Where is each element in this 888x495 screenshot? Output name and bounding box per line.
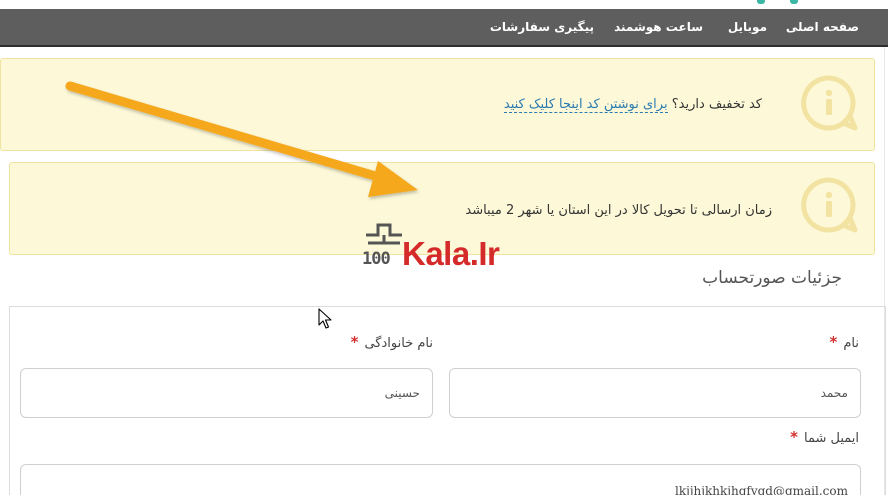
coupon-text: کد تخفیف دارید؟ برای نوشتن کد اینجا کلیک… bbox=[503, 97, 762, 113]
email-value: lkjjhjkhkjhgfygd@gmail.com bbox=[674, 484, 848, 495]
first-name-value: محمد bbox=[820, 386, 848, 400]
required-mark: * bbox=[790, 428, 798, 446]
email-label-text: ایمیل شما bbox=[803, 431, 859, 446]
billing-form: نام * نام خانوادگی * محمد حسینی ایمیل شما *… bbox=[9, 306, 886, 495]
last-name-value: حسینی bbox=[384, 386, 420, 400]
watermark-100: 100 bbox=[362, 249, 391, 269]
email-field[interactable]: lkjjhjkhkjhgfygd@gmail.com bbox=[20, 464, 861, 495]
info-bubble-icon bbox=[801, 177, 858, 233]
coupon-notice: کد تخفیف دارید؟ برای نوشتن کد اینجا کلیک… bbox=[0, 58, 875, 151]
header-logo-fragment bbox=[757, 0, 765, 4]
header-logo-fragment bbox=[790, 0, 798, 4]
last-name-field[interactable]: حسینی bbox=[20, 368, 433, 418]
delivery-text: زمان ارسالی تا تحویل کالا در این استان ی… bbox=[465, 203, 772, 218]
nav-item-order-tracking[interactable]: پیگیری سفارشات bbox=[490, 9, 594, 45]
watermark-persian-mark bbox=[366, 223, 402, 245]
info-bubble-icon bbox=[801, 75, 858, 131]
email-label: ایمیل شما * bbox=[790, 428, 859, 446]
required-mark: * bbox=[829, 333, 838, 351]
nav-item-smartwatch[interactable]: ساعت هوشمند bbox=[614, 9, 703, 45]
main-navbar: صفحه اصلی موبایل ساعت هوشمند پیگیری سفار… bbox=[0, 9, 888, 47]
last-name-label: نام خانوادگی * bbox=[351, 333, 433, 351]
coupon-link[interactable]: برای نوشتن کد اینجا کلیک کنید bbox=[503, 97, 668, 113]
watermark-brand: Kala.Ir bbox=[402, 235, 500, 272]
top-strip bbox=[0, 0, 888, 9]
first-name-field[interactable]: محمد bbox=[449, 368, 861, 418]
nav-item-mobile[interactable]: موبایل bbox=[728, 9, 767, 45]
watermark-logo: 100 Kala.Ir bbox=[362, 219, 532, 275]
first-name-label: نام * bbox=[830, 333, 860, 351]
first-name-label-text: نام bbox=[843, 336, 859, 351]
required-mark: * bbox=[350, 333, 359, 351]
nav-item-home[interactable]: صفحه اصلی bbox=[786, 9, 859, 45]
last-name-label-text: نام خانوادگی bbox=[364, 336, 433, 351]
billing-title: جزئیات صورتحساب bbox=[702, 268, 842, 288]
mouse-cursor-icon bbox=[318, 308, 332, 329]
coupon-question: کد تخفیف دارید؟ bbox=[671, 97, 762, 112]
